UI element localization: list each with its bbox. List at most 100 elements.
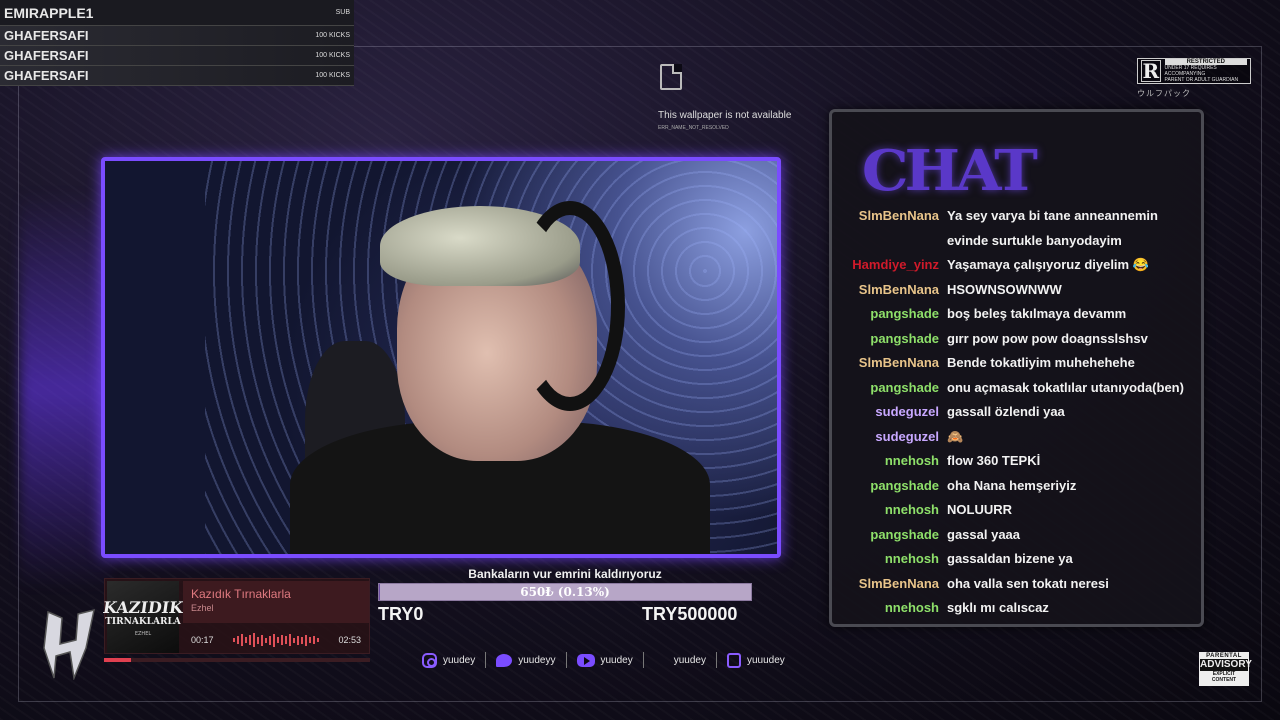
rating-line: PARENT OR ADULT GUARDIAN	[1164, 77, 1239, 83]
chat-username[interactable]: SlmBenNana	[832, 204, 947, 229]
event-type: SUB	[335, 9, 350, 16]
track-artist: Ezhel	[191, 603, 214, 613]
chat-message-text: flow 360 TEPKİ	[947, 453, 1041, 468]
event-username: GHAFERSAFI	[4, 48, 89, 63]
album-cover: KAZIDIK TIRNAKLARLA EZHEL	[102, 581, 184, 653]
event-username: GHAFERSAFI	[4, 28, 89, 43]
chat-username[interactable]: SlmBenNana	[832, 572, 947, 597]
album-cover-title: KAZIDIK	[101, 597, 185, 617]
chat-message: nnehosh sgklı mı calıscaz	[832, 596, 1201, 621]
social-link[interactable]: yuudey	[567, 653, 643, 667]
chat-message-text: gassall özlendi yaa	[947, 404, 1065, 419]
chat-username[interactable]: nnehosh	[832, 498, 947, 523]
chat-username[interactable]: nnehosh	[832, 547, 947, 572]
goal-progress-bar: 650₺ (0.13%)	[378, 583, 752, 601]
goal-max-label: TRY500000	[642, 604, 738, 624]
webcam-feed	[101, 157, 781, 558]
chat-message: pangshade onu açmasak tokatlılar utanıyod…	[832, 376, 1201, 401]
parental-mid: ADVISORY	[1200, 659, 1252, 671]
chat-message: SlmBenNana Ya sey varya bi tane anneannem…	[832, 204, 1201, 253]
wallpaper-error-code: ERR_NAME_NOT_RESOLVED	[658, 125, 729, 131]
waveform-bar	[281, 635, 283, 645]
track-title: Kazıdık Tırnaklarla	[191, 587, 291, 601]
parental-bottom: EXPLICIT CONTENT	[1211, 671, 1237, 683]
chat-message: nnehosh gassaldan bizene ya	[832, 547, 1201, 572]
event-row: GHAFERSAFI 100 KICKS	[0, 66, 354, 86]
chat-message-text: Ya sey varya bi tane anneannemin evinde …	[947, 208, 1158, 248]
waveform-bar	[273, 633, 275, 647]
chat-message: pangshade boş beleş takılmaya devamm	[832, 302, 1201, 327]
chat-message-text: oha valla sen tokatı neresi	[947, 575, 1109, 591]
tiktok-icon	[654, 653, 668, 667]
chat-username[interactable]: sudeguzel	[832, 400, 947, 425]
waveform-bar	[289, 634, 291, 646]
social-handle: yuudey	[443, 654, 476, 666]
chat-username[interactable]: nnehosh	[832, 449, 947, 474]
waveform-icon	[233, 633, 319, 647]
now-playing-widget: KAZIDIK TIRNAKLARLA EZHEL Kazıdık Tırnak…	[102, 578, 370, 654]
waveform-bar	[261, 634, 263, 646]
chat-username[interactable]: pangshade	[832, 327, 947, 352]
waveform-bar	[297, 635, 299, 645]
social-link[interactable]: yuudeyy	[486, 653, 565, 667]
chat-message-text: Yaşamaya çalışıyoruz diyelim 😂	[947, 257, 1149, 272]
social-link[interactable]: yuudey	[644, 653, 716, 667]
chat-panel: CHAT SlmBenNana Ya sey varya bi tane anne…	[829, 109, 1204, 627]
sad-file-icon	[660, 64, 682, 90]
goal-min-label: TRY0	[378, 604, 424, 624]
chat-username[interactable]: pangshade	[832, 474, 947, 499]
social-link[interactable]: yuuudey	[717, 652, 795, 668]
chat-message: pangshade gırr pow pow pow doagnsslshsv	[832, 327, 1201, 352]
chat-username[interactable]: SlmBenNana	[832, 278, 947, 303]
waveform-bar	[233, 638, 235, 642]
rating-line: UNDER 17 REQUIRES ACCOMPANYING	[1164, 65, 1217, 77]
rating-subtitle: ウルフパック	[1137, 89, 1191, 98]
chat-message: pangshade oha Nana hemşeriyiz	[832, 474, 1201, 499]
event-username: EMIRAPPLE1	[4, 4, 94, 21]
rating-badge: R RESTRICTED UNDER 17 REQUIRES ACCOMPANY…	[1137, 58, 1251, 84]
headphones	[515, 201, 625, 411]
chat-message: sudeguzel 🙈	[832, 425, 1201, 450]
track-progress-bar	[104, 658, 370, 662]
chat-message-text: sgklı mı calıscaz	[947, 600, 1049, 615]
chat-username[interactable]: Hamdiye_yinz	[832, 253, 947, 278]
waveform-bar	[293, 637, 295, 643]
album-cover-subtitle: TIRNAKLARLA	[105, 616, 181, 627]
event-type: 100 KICKS	[315, 52, 350, 59]
chat-message: nnehosh NOLUURR	[832, 498, 1201, 523]
chat-message-text: boş beleş takılmaya devamm	[947, 306, 1127, 321]
chat-username[interactable]: sudeguzel	[832, 425, 947, 450]
event-row: GHAFERSAFI 100 KICKS	[0, 46, 354, 66]
chat-username[interactable]: nnehosh	[832, 596, 947, 621]
chat-message: Hamdiye_yinz Yaşamaya çalışıyoruz diyelim…	[832, 253, 1201, 278]
chat-username[interactable]: SlmBenNana	[832, 351, 947, 376]
chat-message-text: 🙈	[947, 428, 964, 444]
social-handle: yuudey	[600, 654, 633, 666]
brand-logo-icon	[43, 608, 95, 680]
chat-message-text: NOLUURR	[947, 502, 1012, 517]
chat-username[interactable]: pangshade	[832, 376, 947, 401]
twitter-icon	[496, 653, 513, 667]
goal-amount: 650₺ (0.13%)	[520, 585, 610, 599]
social-handle: yuudey	[673, 654, 706, 666]
chat-message: nnehosh flow 360 TEPKİ	[832, 449, 1201, 474]
waveform-bar	[245, 637, 247, 643]
event-row: EMIRAPPLE1 SUB	[0, 0, 354, 26]
chat-username[interactable]: pangshade	[832, 523, 947, 548]
waveform-bar	[249, 635, 251, 645]
waveform-bar	[285, 636, 287, 644]
goal-title: Bankaların vur emrini kaldırıyoruz	[468, 567, 662, 581]
waveform-bar	[265, 637, 267, 643]
social-links: yuudey yuudeyy yuudey yuudey yuuudey	[412, 650, 795, 670]
chat-username[interactable]: pangshade	[832, 302, 947, 327]
waveform-bar	[309, 637, 311, 643]
track-duration: 02:53	[338, 635, 361, 645]
wallpaper-error: This wallpaper is not available ERR_NAME…	[658, 64, 798, 131]
chat-message: sudeguzel gassall özlendi yaa	[832, 400, 1201, 425]
rating-letter: R	[1141, 59, 1161, 83]
social-link[interactable]: yuudey	[412, 652, 485, 668]
chat-message-text: onu açmasak tokatlılar utanıyoda(ben)	[947, 379, 1184, 395]
waveform-bar	[277, 637, 279, 643]
track-elapsed: 00:17	[191, 635, 214, 645]
chat-message-text: gassaldan bizene ya	[947, 551, 1073, 566]
